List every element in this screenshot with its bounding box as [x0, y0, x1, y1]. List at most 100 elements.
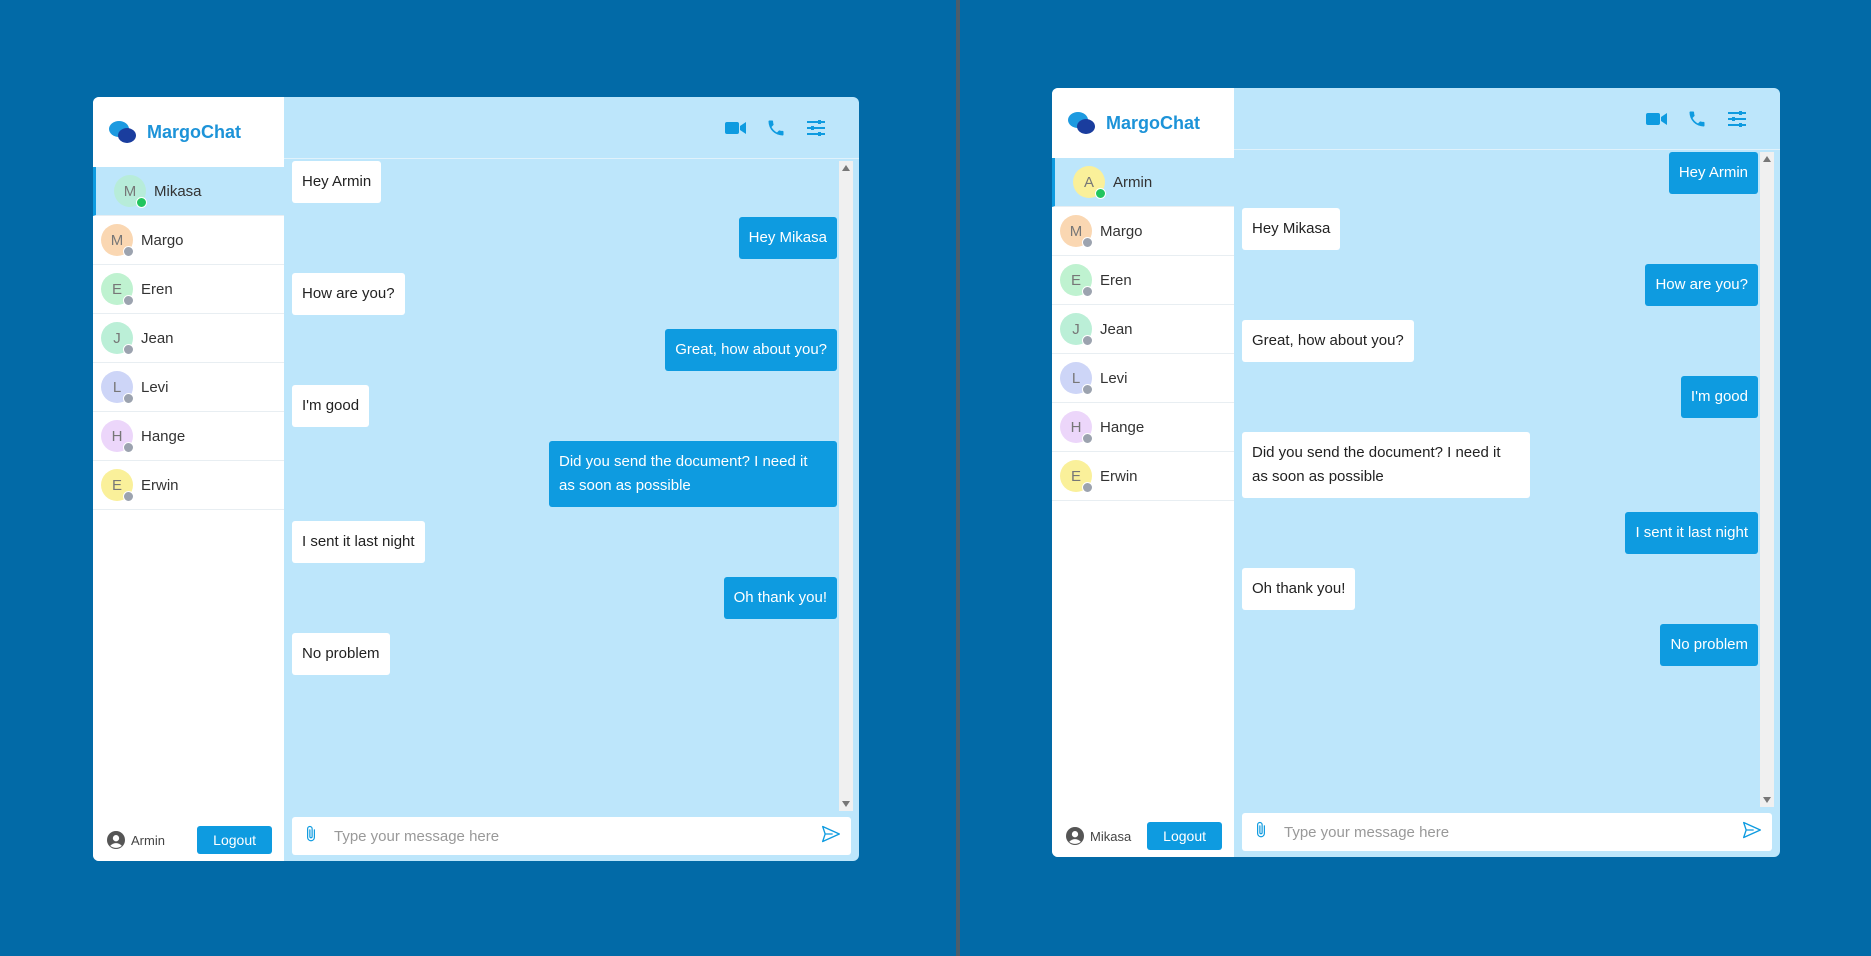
- contact-name: Armin: [1113, 173, 1153, 191]
- message-bubble: How are you?: [1645, 264, 1758, 306]
- brand-name: MargoChat: [1106, 112, 1200, 133]
- paperclip-icon[interactable]: [302, 823, 320, 850]
- sidebar: MargoChat A Armin M Margo E Eren J Jean L Levi H Ha…: [1052, 88, 1234, 857]
- current-user: Armin: [107, 831, 165, 849]
- incoming-message-row: No problem: [292, 633, 837, 675]
- message-scrollbar[interactable]: [839, 161, 853, 811]
- status-dot: [1095, 188, 1106, 199]
- contact-item[interactable]: L Levi: [93, 363, 284, 412]
- send-icon[interactable]: [821, 824, 841, 849]
- avatar-initial: M: [110, 231, 124, 249]
- avatar: E: [101, 273, 134, 306]
- avatar-initial: A: [1083, 173, 1094, 191]
- status-dot: [123, 344, 134, 355]
- scroll-up-arrow-icon[interactable]: [1760, 152, 1774, 166]
- chat-bubbles-logo-icon: [1068, 110, 1096, 136]
- avatar: A: [1073, 166, 1106, 199]
- outgoing-message-row: Great, how about you?: [292, 329, 837, 371]
- contact-item[interactable]: E Erwin: [93, 461, 284, 510]
- message-bubble: No problem: [1660, 624, 1758, 666]
- message-composer: [292, 817, 851, 855]
- incoming-message-row: I sent it last night: [292, 521, 837, 563]
- status-dot: [1082, 384, 1093, 395]
- logout-button[interactable]: Logout: [197, 826, 272, 854]
- scroll-up-arrow-icon[interactable]: [839, 161, 853, 175]
- sidebar-footer: Mikasa Logout: [1052, 821, 1234, 851]
- sidebar-footer: Armin Logout: [93, 825, 284, 855]
- user-avatar-icon: [107, 831, 125, 849]
- contact-name: Margo: [1100, 222, 1143, 240]
- current-user-name: Armin: [131, 832, 165, 848]
- scroll-down-arrow-icon[interactable]: [839, 797, 853, 811]
- contact-item[interactable]: H Hange: [93, 412, 284, 461]
- message-input[interactable]: [1282, 822, 1730, 842]
- avatar-initial: E: [111, 280, 122, 298]
- message-bubble: No problem: [292, 633, 390, 675]
- video-icon[interactable]: [723, 115, 749, 141]
- status-dot: [1082, 286, 1093, 297]
- contact-item[interactable]: A Armin: [1052, 158, 1234, 207]
- status-dot: [123, 491, 134, 502]
- contact-name: Erwin: [141, 476, 179, 494]
- paperclip-icon[interactable]: [1252, 819, 1270, 846]
- message-bubble: Did you send the document? I need it as …: [1242, 432, 1530, 498]
- contact-item[interactable]: J Jean: [93, 314, 284, 363]
- avatar-initial: H: [1070, 418, 1082, 436]
- contact-item[interactable]: L Levi: [1052, 354, 1234, 403]
- contact-item[interactable]: M Margo: [93, 216, 284, 265]
- contact-item[interactable]: M Margo: [1052, 207, 1234, 256]
- settings-sliders-icon[interactable]: [1724, 106, 1750, 132]
- contact-item[interactable]: H Hange: [1052, 403, 1234, 452]
- contact-name: Margo: [141, 231, 184, 249]
- contact-item[interactable]: J Jean: [1052, 305, 1234, 354]
- message-bubble: I'm good: [292, 385, 370, 427]
- brand: MargoChat: [93, 97, 284, 167]
- outgoing-message-row: Hey Mikasa: [292, 217, 837, 259]
- message-bubble: I sent it last night: [1625, 512, 1758, 554]
- chat-main: Hey Armin Hey Mikasa How are you? Great, ho…: [284, 97, 859, 861]
- message-input[interactable]: [332, 826, 809, 846]
- chat-window-right: MargoChat A Armin M Margo E Eren J Jean L Levi H Ha…: [1052, 88, 1780, 857]
- status-dot: [1082, 482, 1093, 493]
- logout-button[interactable]: Logout: [1147, 822, 1222, 850]
- avatar: E: [1060, 264, 1093, 297]
- outgoing-message-row: Hey Armin: [1242, 152, 1758, 194]
- message-scrollbar[interactable]: [1760, 152, 1774, 807]
- incoming-message-row: Hey Armin: [292, 161, 837, 203]
- avatar-initial: E: [1070, 271, 1081, 289]
- message-bubble: Did you send the document? I need it as …: [549, 441, 837, 507]
- settings-sliders-icon[interactable]: [803, 115, 829, 141]
- avatar-initial: M: [123, 182, 137, 200]
- contact-list: A Armin M Margo E Eren J Jean L Levi H Hange E Erwin: [1052, 158, 1234, 501]
- avatar: E: [1060, 460, 1093, 493]
- contact-name: Eren: [1100, 271, 1132, 289]
- phone-icon[interactable]: [1684, 106, 1710, 132]
- message-bubble: Hey Armin: [1668, 152, 1758, 194]
- brand: MargoChat: [1052, 88, 1234, 158]
- contact-name: Jean: [1100, 320, 1133, 338]
- incoming-message-row: Oh thank you!: [1242, 568, 1758, 610]
- video-icon[interactable]: [1644, 106, 1670, 132]
- status-dot: [123, 442, 134, 453]
- message-list: Hey Armin Hey Mikasa How are you? Great, ho…: [292, 161, 837, 811]
- message-bubble: Hey Mikasa: [738, 217, 837, 259]
- incoming-message-row: Did you send the document? I need it as …: [1242, 432, 1758, 498]
- avatar-initial: J: [1072, 320, 1080, 338]
- send-icon[interactable]: [1742, 820, 1762, 845]
- chat-window-left: MargoChat M Mikasa M Margo E Eren J Jean L Levi H H…: [93, 97, 859, 861]
- status-dot: [123, 393, 134, 404]
- contact-name: Mikasa: [154, 182, 202, 200]
- phone-icon[interactable]: [763, 115, 789, 141]
- outgoing-message-row: Did you send the document? I need it as …: [292, 441, 837, 507]
- contact-item[interactable]: E Eren: [1052, 256, 1234, 305]
- contact-item[interactable]: E Erwin: [1052, 452, 1234, 501]
- contact-item[interactable]: M Mikasa: [93, 167, 284, 216]
- contact-name: Levi: [141, 378, 169, 396]
- contact-item[interactable]: E Eren: [93, 265, 284, 314]
- outgoing-message-row: Oh thank you!: [292, 577, 837, 619]
- screen-divider: [956, 0, 960, 956]
- status-dot: [1082, 335, 1093, 346]
- status-dot: [123, 246, 134, 257]
- avatar: H: [1060, 411, 1093, 444]
- scroll-down-arrow-icon[interactable]: [1760, 793, 1774, 807]
